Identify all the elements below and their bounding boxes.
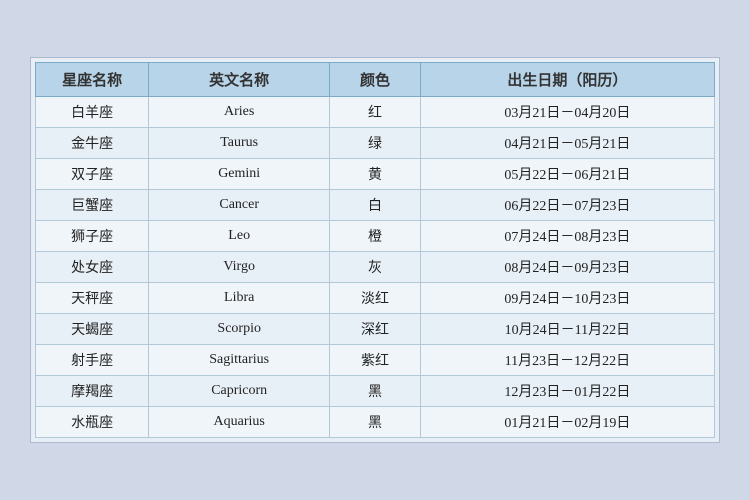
table-row: 摩羯座Capricorn黑12月23日－01月22日 [36,376,715,407]
cell-color: 黑 [330,376,421,407]
cell-english: Taurus [149,128,330,159]
cell-english: Cancer [149,190,330,221]
zodiac-table: 星座名称 英文名称 颜色 出生日期（阳历） 白羊座Aries红03月21日－04… [35,62,715,438]
cell-chinese: 金牛座 [36,128,149,159]
cell-english: Virgo [149,252,330,283]
cell-color: 红 [330,97,421,128]
table-row: 双子座Gemini黄05月22日－06月21日 [36,159,715,190]
table-row: 巨蟹座Cancer白06月22日－07月23日 [36,190,715,221]
cell-english: Aquarius [149,407,330,438]
cell-date: 06月22日－07月23日 [420,190,714,221]
table-row: 处女座Virgo灰08月24日－09月23日 [36,252,715,283]
table-body: 白羊座Aries红03月21日－04月20日金牛座Taurus绿04月21日－0… [36,97,715,438]
table-header-row: 星座名称 英文名称 颜色 出生日期（阳历） [36,63,715,97]
cell-chinese: 天秤座 [36,283,149,314]
cell-color: 紫红 [330,345,421,376]
header-english-name: 英文名称 [149,63,330,97]
table-row: 天秤座Libra淡红09月24日－10月23日 [36,283,715,314]
cell-english: Aries [149,97,330,128]
table-row: 白羊座Aries红03月21日－04月20日 [36,97,715,128]
header-color: 颜色 [330,63,421,97]
cell-date: 01月21日－02月19日 [420,407,714,438]
header-chinese-name: 星座名称 [36,63,149,97]
cell-color: 淡红 [330,283,421,314]
cell-color: 绿 [330,128,421,159]
table-row: 水瓶座Aquarius黑01月21日－02月19日 [36,407,715,438]
cell-english: Sagittarius [149,345,330,376]
zodiac-table-container: 星座名称 英文名称 颜色 出生日期（阳历） 白羊座Aries红03月21日－04… [30,57,720,443]
table-row: 狮子座Leo橙07月24日－08月23日 [36,221,715,252]
cell-date: 11月23日－12月22日 [420,345,714,376]
cell-chinese: 处女座 [36,252,149,283]
table-row: 天蝎座Scorpio深红10月24日－11月22日 [36,314,715,345]
cell-color: 黑 [330,407,421,438]
cell-date: 05月22日－06月21日 [420,159,714,190]
cell-color: 黄 [330,159,421,190]
cell-english: Libra [149,283,330,314]
cell-english: Capricorn [149,376,330,407]
cell-date: 07月24日－08月23日 [420,221,714,252]
table-row: 金牛座Taurus绿04月21日－05月21日 [36,128,715,159]
cell-date: 08月24日－09月23日 [420,252,714,283]
cell-chinese: 摩羯座 [36,376,149,407]
cell-chinese: 巨蟹座 [36,190,149,221]
cell-date: 04月21日－05月21日 [420,128,714,159]
cell-color: 深红 [330,314,421,345]
cell-color: 橙 [330,221,421,252]
cell-date: 10月24日－11月22日 [420,314,714,345]
cell-date: 12月23日－01月22日 [420,376,714,407]
cell-chinese: 双子座 [36,159,149,190]
cell-date: 03月21日－04月20日 [420,97,714,128]
cell-chinese: 白羊座 [36,97,149,128]
cell-color: 灰 [330,252,421,283]
header-birth-date: 出生日期（阳历） [420,63,714,97]
cell-chinese: 天蝎座 [36,314,149,345]
cell-chinese: 狮子座 [36,221,149,252]
table-row: 射手座Sagittarius紫红11月23日－12月22日 [36,345,715,376]
cell-english: Gemini [149,159,330,190]
cell-chinese: 水瓶座 [36,407,149,438]
cell-date: 09月24日－10月23日 [420,283,714,314]
cell-chinese: 射手座 [36,345,149,376]
cell-english: Leo [149,221,330,252]
cell-english: Scorpio [149,314,330,345]
cell-color: 白 [330,190,421,221]
